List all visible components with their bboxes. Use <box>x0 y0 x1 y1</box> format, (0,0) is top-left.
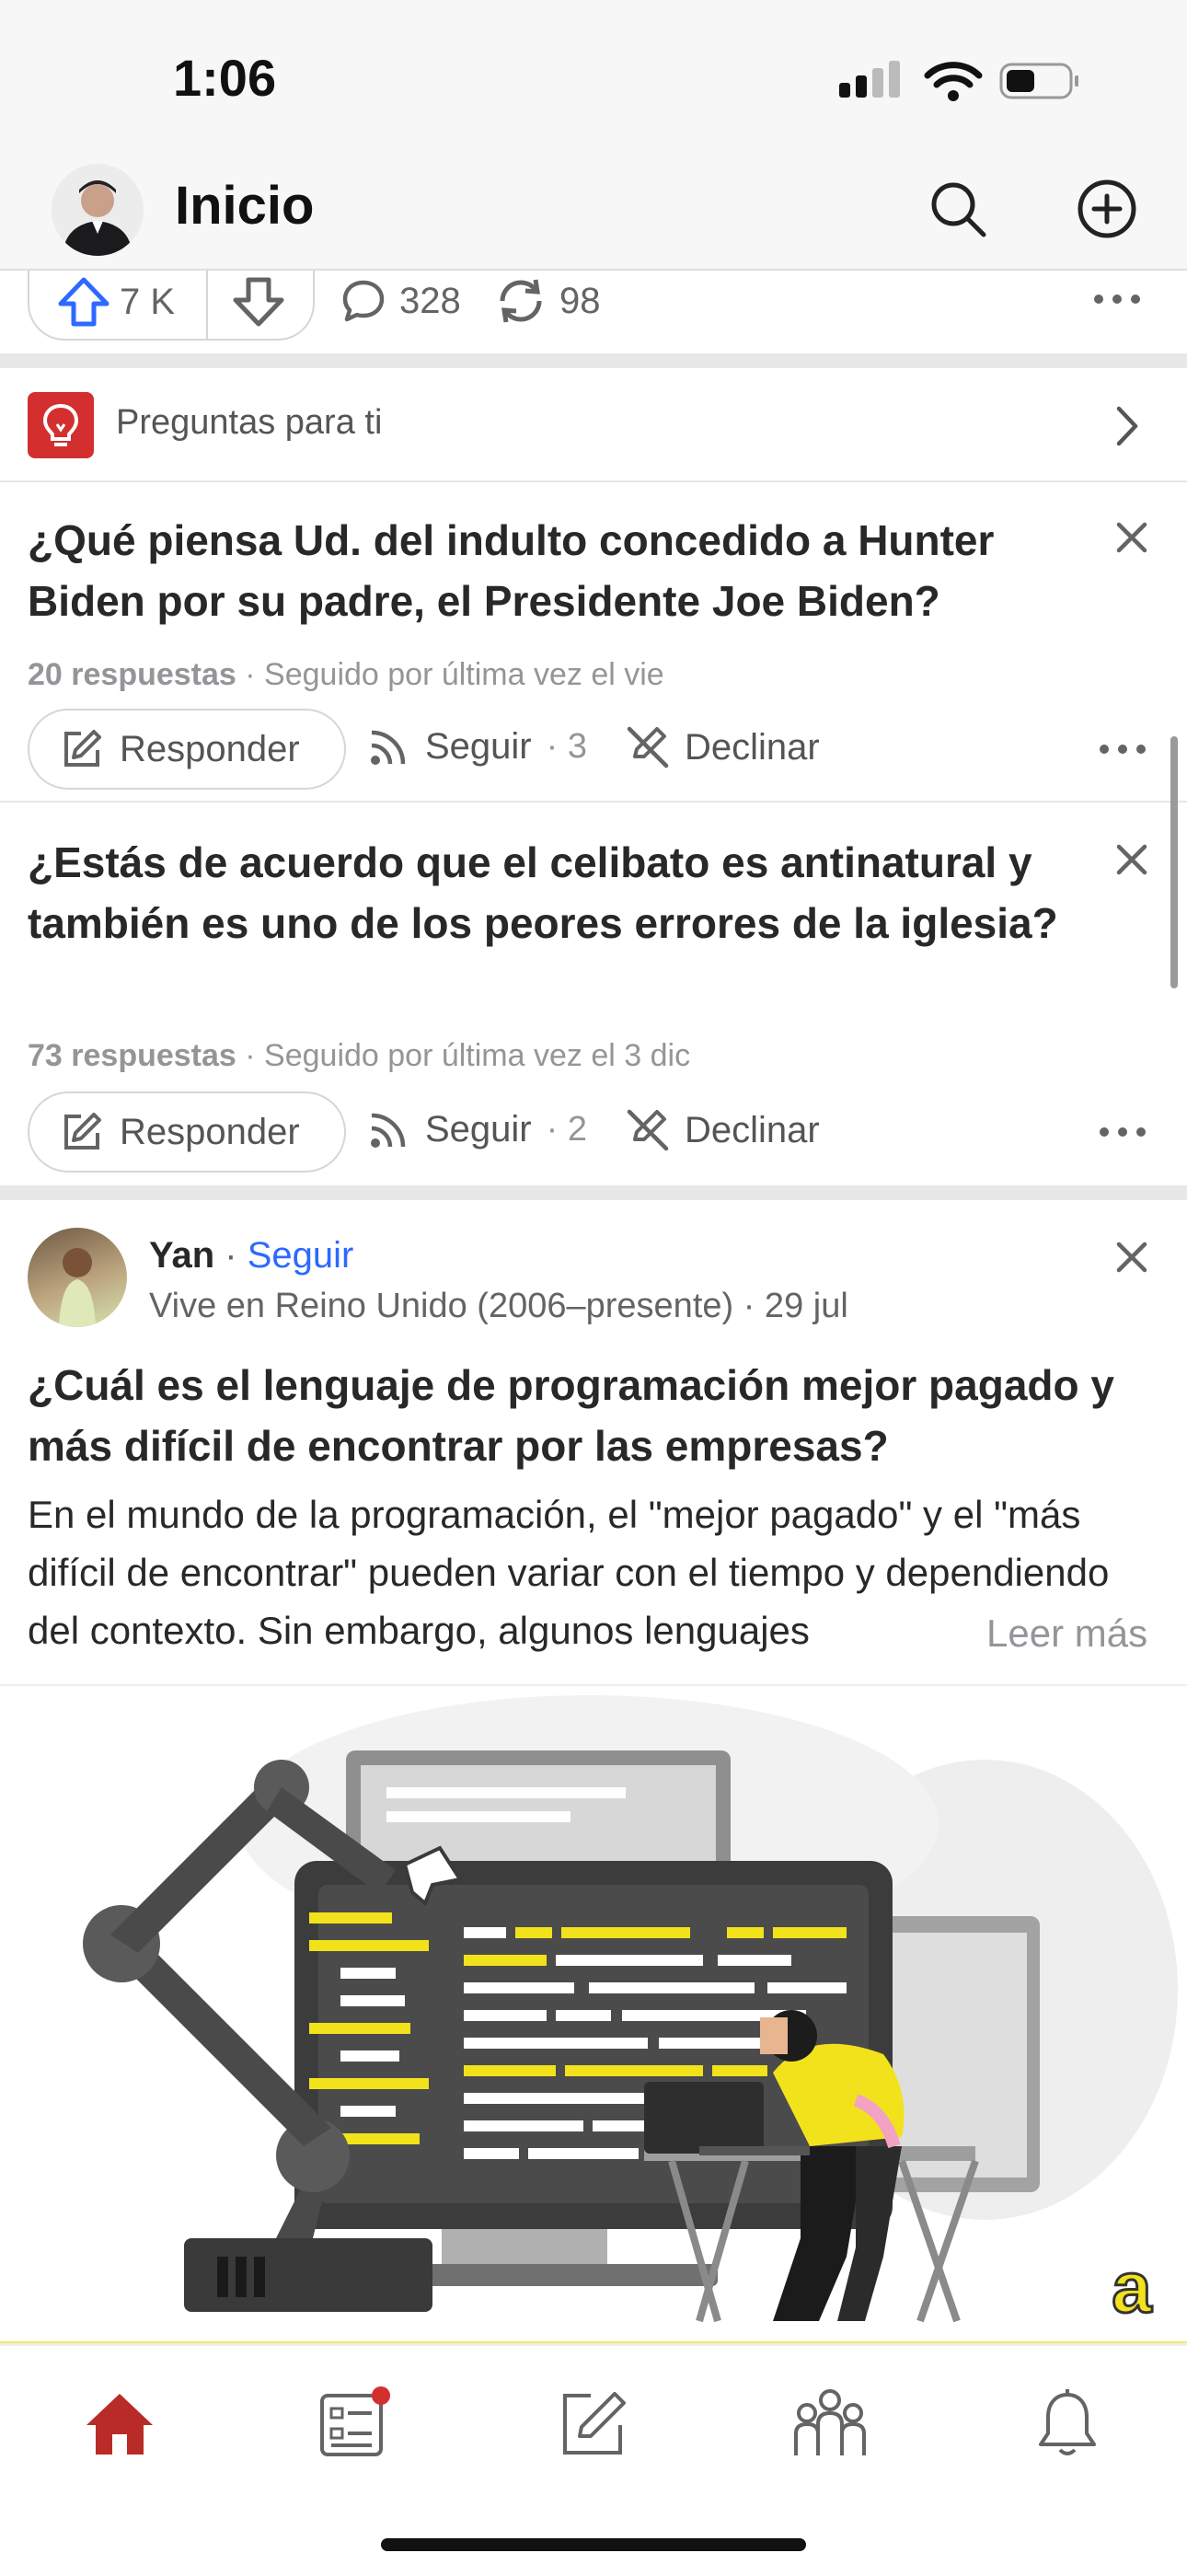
answer-button[interactable]: Responder <box>28 709 346 790</box>
search-icon <box>931 182 986 237</box>
share-count: 98 <box>559 280 601 321</box>
follow-count: · 2 <box>546 1109 587 1149</box>
answer-label: Responder <box>120 1111 300 1152</box>
answer-icon <box>563 2392 626 2455</box>
question-title[interactable]: ¿Estás de acuerdo que el celibato es ant… <box>28 832 1086 953</box>
followed-info: · Seguido por última vez el 3 dic <box>245 1038 691 1073</box>
follow-label: Seguir <box>425 1108 532 1149</box>
pencil-square-icon <box>64 730 101 767</box>
share-icon <box>500 279 542 323</box>
status-icons <box>839 61 1078 101</box>
author-credential: Vive en Reino Unido (2006–presente) · 29… <box>149 1287 848 1325</box>
question-overflow-button[interactable] <box>1097 1119 1148 1149</box>
read-more-link[interactable]: Leer más <box>986 1611 1147 1656</box>
question-meta: 20 respuestas · Seguido por última vez e… <box>28 657 664 693</box>
answer-count: 20 respuestas <box>28 657 236 692</box>
questions-header-label: Preguntas para ti <box>116 403 383 442</box>
search-button[interactable] <box>916 167 999 250</box>
downvote-arrow-icon <box>233 277 284 327</box>
tab-home[interactable] <box>64 2373 175 2474</box>
status-time: 1:06 <box>173 49 277 107</box>
author-name[interactable]: Yan <box>149 1235 214 1276</box>
notifications-icon <box>1039 2389 1096 2455</box>
follow-question-button[interactable]: Seguir · 3 <box>368 725 587 768</box>
comment-count: 328 <box>399 280 461 321</box>
decline-label: Declinar <box>685 726 820 768</box>
spaces-icon <box>794 2389 866 2455</box>
downvote-button[interactable] <box>232 276 285 332</box>
question-title[interactable]: ¿Qué piensa Ud. del indulto concedido a … <box>28 510 1086 631</box>
more-horizontal-icon <box>1100 745 1146 754</box>
author-line: Yan · Seguir <box>149 1235 354 1276</box>
follow-author-link[interactable]: Seguir <box>248 1235 354 1276</box>
comments-button[interactable]: 328 <box>340 278 461 324</box>
answer-count: 73 respuestas <box>28 1038 236 1073</box>
chevron-right-icon <box>1116 406 1138 446</box>
follow-label: Seguir <box>425 725 532 767</box>
cellular-signal-icon <box>839 61 900 98</box>
plus-circle-icon <box>1078 179 1136 238</box>
upvote-arrow-icon <box>58 277 109 327</box>
author-avatar[interactable] <box>28 1228 127 1327</box>
follow-count: · 3 <box>546 726 587 766</box>
decline-button[interactable]: Declinar <box>626 725 820 769</box>
page-title: Inicio <box>175 176 315 236</box>
profile-avatar[interactable] <box>52 164 144 256</box>
add-button[interactable] <box>1066 167 1148 250</box>
question-divider <box>0 801 1187 803</box>
tab-following[interactable] <box>300 2373 410 2474</box>
programming-illustration: a <box>0 1695 1187 2345</box>
image-logo: a <box>1112 2247 1152 2328</box>
answer-button[interactable]: Responder <box>28 1092 346 1172</box>
answer-label: Responder <box>120 728 300 769</box>
wifi-icon <box>924 62 983 101</box>
home-icon <box>86 2394 153 2455</box>
tab-spaces[interactable] <box>775 2373 885 2474</box>
post-overflow-button[interactable] <box>1089 285 1145 318</box>
decline-pencil-icon <box>627 1109 669 1151</box>
vote-divider <box>206 271 208 341</box>
follow-signal-icon <box>371 1113 406 1148</box>
questions-badge <box>28 392 94 458</box>
close-icon <box>1116 522 1147 553</box>
feed-separator <box>0 1185 1187 1200</box>
scroll-indicator[interactable] <box>1170 736 1178 988</box>
home-indicator <box>381 2538 806 2551</box>
upvote-button[interactable]: 7 K <box>57 276 175 328</box>
follow-signal-icon <box>371 730 406 765</box>
dismiss-question-button[interactable] <box>1115 843 1148 881</box>
feed-separator <box>0 353 1187 368</box>
upvote-count: 7 K <box>120 281 176 322</box>
lightbulb-icon <box>42 403 79 446</box>
close-icon <box>1116 1242 1147 1273</box>
question-overflow-button[interactable] <box>1097 736 1148 767</box>
dismiss-question-button[interactable] <box>1115 521 1148 559</box>
following-icon <box>320 2386 390 2456</box>
more-horizontal-icon <box>1094 295 1140 304</box>
questions-more-chevron[interactable] <box>1113 405 1141 452</box>
decline-pencil-icon <box>627 726 669 768</box>
decline-button[interactable]: Declinar <box>626 1108 820 1152</box>
tab-notifications[interactable] <box>1012 2373 1123 2474</box>
post-image[interactable]: a <box>0 1684 1187 2345</box>
more-horizontal-icon <box>1100 1127 1146 1137</box>
tab-answer[interactable] <box>537 2373 648 2474</box>
close-icon <box>1116 844 1147 875</box>
battery-icon <box>999 63 1078 99</box>
follow-question-button[interactable]: Seguir · 2 <box>368 1108 587 1150</box>
dismiss-post-button[interactable] <box>1115 1241 1148 1278</box>
followed-info: · Seguido por última vez el vie <box>245 657 664 692</box>
pencil-square-icon <box>64 1113 101 1149</box>
share-button[interactable]: 98 <box>495 276 601 326</box>
question-meta: 73 respuestas · Seguido por última vez e… <box>28 1038 690 1074</box>
post-title[interactable]: ¿Cuál es el lenguaje de programación mej… <box>28 1355 1169 1476</box>
decline-label: Declinar <box>685 1109 820 1150</box>
comment-icon <box>342 280 385 322</box>
